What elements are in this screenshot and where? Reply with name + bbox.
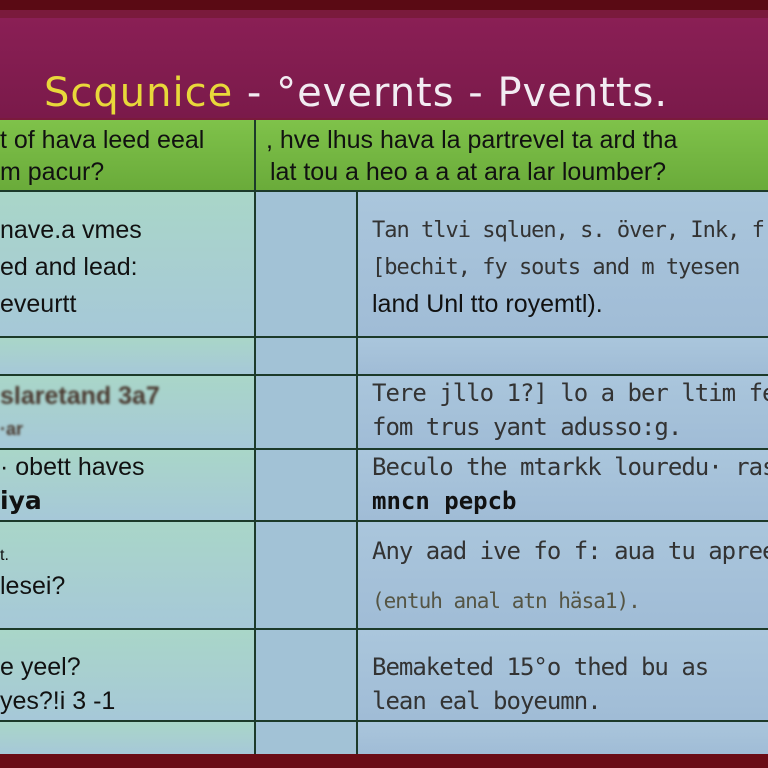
- row-3-left-line-1: slaretand 3a7: [0, 382, 160, 410]
- row-6-right-line-1: Bemaketed 15°o thed bu as: [372, 653, 709, 681]
- row-5-left: t. lesei?: [0, 522, 254, 628]
- row-2-middle: [256, 338, 356, 374]
- left-header-line-2: m pacur?: [0, 158, 105, 186]
- left-header-cell: t of hava leed eeal m pacur?: [0, 120, 254, 190]
- row-2-left: [0, 338, 254, 374]
- row-3-right-line-1: Tere jllo 1?] lo a ber ltim fe: [372, 379, 768, 407]
- row-1-left-line-1: nave.a vmes: [0, 216, 142, 244]
- row-1-left: nave.a vmes ed and lead: eveurtt: [0, 192, 254, 336]
- row-3-right: Tere jllo 1?] lo a ber ltim fe fom trus …: [358, 376, 768, 448]
- row-4-right-line-2: mncn pepcb: [372, 487, 517, 515]
- row-3-middle: [256, 376, 356, 448]
- row-5-middle: [256, 522, 356, 628]
- row-6-left-line-1: e yeel?: [0, 653, 81, 681]
- row-4-left: · obett haves iya: [0, 450, 254, 520]
- left-header-line-1: t of hava leed eeal: [0, 126, 205, 154]
- row-5-left-line-2: lesei?: [0, 572, 66, 600]
- row-1-left-line-3: eveurtt: [0, 290, 77, 318]
- slide: Scqunice - °evernts - Pventts. t of hava…: [0, 0, 768, 768]
- row-5-left-line-1: t.: [0, 547, 9, 564]
- slide-title: Scqunice - °evernts - Pventts.: [44, 70, 668, 116]
- row-7-left: [0, 722, 254, 754]
- right-header-cell: , hve lhus hava la partrevel ta ard tha …: [256, 120, 768, 190]
- right-header-line-1: , hve lhus hava la partrevel ta ard tha: [266, 126, 678, 154]
- row-1-right-line-1: Tan tlvi sqluen, s. över, Ink, f c: [372, 218, 768, 243]
- right-header-line-2: lat tou a heo a a at ara lar loumber?: [270, 158, 667, 186]
- row-3-right-line-2: fom trus yant adusso:g.: [372, 413, 682, 441]
- row-5-right: Any aad ive fo f: aua tu apree (entuh an…: [358, 522, 768, 628]
- row-1-middle: [256, 192, 356, 336]
- events-table: t of hava leed eeal m pacur? , hve lhus …: [0, 120, 768, 754]
- row-1-right-line-2: [bechit, fy souts and m tyesen: [372, 255, 740, 280]
- row-5-right-line-1: Any aad ive fo f: aua tu apree: [372, 537, 768, 565]
- row-3-left-line-2: ·ar: [0, 419, 24, 439]
- row-6-right-line-2: lean eal boyeumn.: [372, 687, 602, 715]
- row-6-left-line-2: yes?!i 3 -1: [0, 687, 116, 715]
- title-bar: Scqunice - °evernts - Pventts.: [0, 18, 768, 118]
- row-6-middle: [256, 630, 356, 720]
- row-7-middle: [256, 722, 356, 754]
- row-4-right-line-1: Beculo the mtarkk louredu· raso: [372, 453, 768, 481]
- row-4-left-line-1: · obett haves: [0, 453, 145, 481]
- row-4-right: Beculo the mtarkk louredu· raso mncn pep…: [358, 450, 768, 520]
- row-6-left: e yeel? yes?!i 3 -1: [0, 630, 254, 720]
- row-4-middle: [256, 450, 356, 520]
- row-1-left-line-2: ed and lead:: [0, 253, 138, 281]
- row-7-right: [358, 722, 768, 754]
- row-4-left-line-2: iya: [0, 486, 42, 515]
- row-1-right: Tan tlvi sqluen, s. över, Ink, f c [bech…: [358, 192, 768, 336]
- row-5-right-line-2: (entuh anal atn häsa1).: [372, 589, 641, 613]
- row-3-left: slaretand 3a7 ·ar: [0, 376, 254, 448]
- title-rest: - °evernts - Pventts.: [233, 70, 669, 116]
- row-6-right: Bemaketed 15°o thed bu as lean eal boyeu…: [358, 630, 768, 720]
- row-1-right-line-3: land Unl tto royemtl).: [372, 290, 603, 318]
- row-2-right: [358, 338, 768, 374]
- title-accent: Scqunice: [44, 70, 234, 116]
